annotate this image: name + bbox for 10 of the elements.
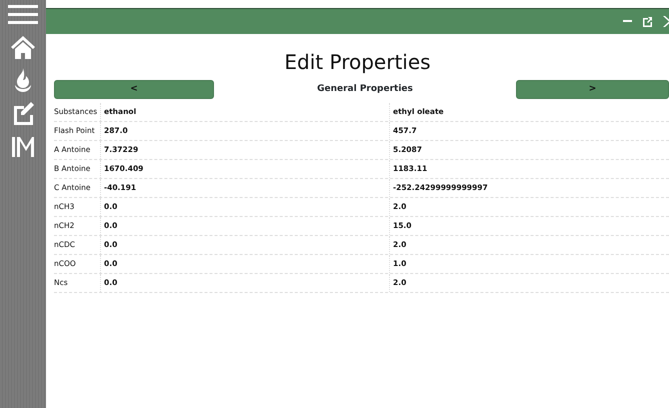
section-title: General Properties xyxy=(316,82,414,96)
menu-icon[interactable] xyxy=(8,4,38,26)
minimize-icon[interactable] xyxy=(623,20,632,22)
flame-icon[interactable] xyxy=(13,68,33,92)
popout-icon[interactable] xyxy=(642,16,653,26)
edit-icon[interactable] xyxy=(11,101,35,125)
previous-button[interactable]: < xyxy=(54,80,214,99)
page-title: Edit Properties xyxy=(283,50,432,74)
home-icon[interactable] xyxy=(11,35,35,59)
next-button[interactable]: > xyxy=(516,80,669,99)
